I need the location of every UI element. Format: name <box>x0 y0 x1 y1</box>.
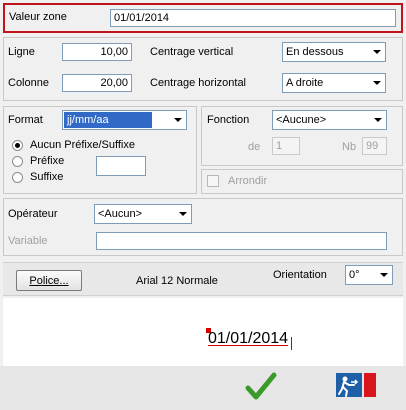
orientation-select[interactable]: 0° <box>345 265 393 285</box>
nb-label: Nb <box>342 141 357 153</box>
radio-prefixe-label: Préfixe <box>30 155 65 167</box>
radio-aucun-label: Aucun Préfixe/Suffixe <box>30 139 135 151</box>
chevron-down-icon[interactable] <box>368 43 385 61</box>
operateur-value: <Aucun> <box>98 208 143 220</box>
ok-button[interactable] <box>244 370 278 404</box>
centrage-vertical-label: Centrage vertical <box>150 46 234 58</box>
font-description: Arial 12 Normale <box>136 275 218 287</box>
preview-text: 01/01/2014 <box>208 330 289 347</box>
chevron-down-icon[interactable] <box>368 74 385 92</box>
fonction-label: Fonction <box>207 114 250 126</box>
preview-area <box>3 298 403 366</box>
variable-input[interactable] <box>96 232 387 250</box>
orientation-value: 0° <box>349 269 360 281</box>
operateur-label: Opérateur <box>8 208 58 220</box>
ligne-label: Ligne <box>8 46 35 58</box>
orientation-label: Orientation <box>273 269 327 281</box>
radio-aucun[interactable] <box>12 140 23 151</box>
police-button-label: Police... <box>29 274 69 287</box>
colonne-label: Colonne <box>8 77 49 89</box>
arrondir-checkbox[interactable] <box>207 175 219 187</box>
chevron-down-icon[interactable] <box>369 111 386 129</box>
de-input[interactable]: 1 <box>272 137 300 155</box>
centrage-vertical-select[interactable]: En dessous <box>282 42 386 62</box>
de-label: de <box>248 141 261 153</box>
centrage-horizontal-label: Centrage horizontal <box>150 77 247 89</box>
arrondir-label: Arrondir <box>228 175 268 187</box>
valeur-zone-input[interactable]: 01/01/2014 <box>110 9 396 27</box>
checkmark-icon <box>245 372 277 400</box>
format-select[interactable]: jj/mm/aa <box>62 110 187 130</box>
operateur-select[interactable]: <Aucun> <box>94 204 192 224</box>
colonne-input[interactable]: 20,00 <box>62 74 132 92</box>
chevron-down-icon[interactable] <box>375 266 392 284</box>
fonction-value: <Aucune> <box>276 114 327 126</box>
chevron-down-icon[interactable] <box>169 111 186 129</box>
radio-suffixe-label: Suffixe <box>30 171 64 183</box>
radio-suffixe[interactable] <box>12 172 23 183</box>
exit-door-icon <box>336 373 376 397</box>
nb-input[interactable]: 99 <box>362 137 387 155</box>
centrage-horizontal-select[interactable]: A droite <box>282 73 386 93</box>
chevron-down-icon[interactable] <box>174 205 191 223</box>
police-button[interactable]: Police... <box>16 270 82 291</box>
variable-label: Variable <box>8 235 48 247</box>
centrage-horizontal-value: A droite <box>286 77 324 89</box>
exit-button[interactable] <box>336 370 378 400</box>
ligne-input[interactable]: 10,00 <box>62 43 132 61</box>
fonction-select[interactable]: <Aucune> <box>272 110 387 130</box>
prefix-suffix-input[interactable] <box>96 156 146 176</box>
centrage-vertical-value: En dessous <box>286 46 344 58</box>
radio-prefixe[interactable] <box>12 156 23 167</box>
format-label: Format <box>8 114 43 126</box>
format-value: jj/mm/aa <box>64 112 152 128</box>
preview-end-marker <box>291 337 292 350</box>
valeur-zone-label: Valeur zone <box>9 11 67 23</box>
